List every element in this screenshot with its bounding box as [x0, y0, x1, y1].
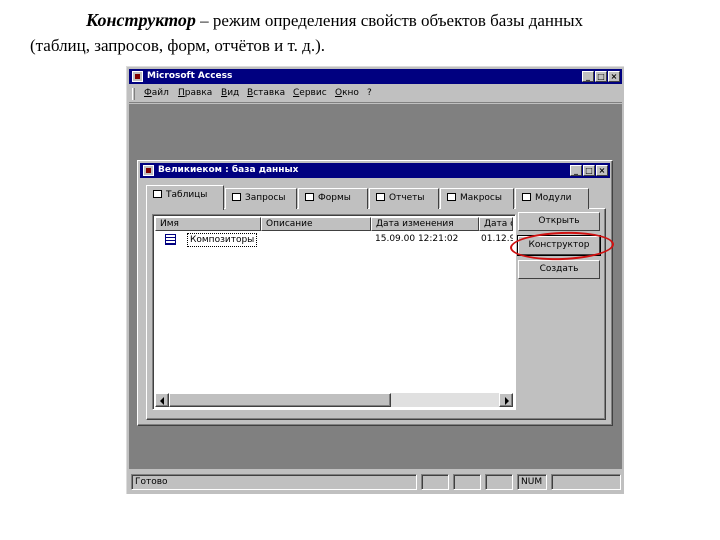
column-header-description[interactable]: Описание [261, 217, 371, 231]
column-header-name[interactable]: Имя [155, 217, 261, 231]
row-modified: 15.09.00 12:21:02 [375, 234, 459, 244]
scroll-left-arrow-icon[interactable] [155, 393, 169, 407]
caption-term: Конструктор [86, 10, 196, 30]
report-icon [376, 193, 385, 201]
tab-tables[interactable]: Таблицы [146, 185, 224, 210]
app-titlebar: Microsoft Access _ □ × [129, 69, 622, 84]
row-name[interactable]: Композиторы [187, 233, 258, 247]
db-title: Великиеком : база данных [158, 165, 299, 175]
row-created: 01.12.9 [481, 234, 513, 244]
menu-file[interactable]: Файл [144, 88, 169, 98]
scroll-right-arrow-icon[interactable] [499, 393, 513, 407]
column-header-created[interactable]: Дата со [479, 217, 513, 231]
menu-window[interactable]: Окно [335, 88, 359, 98]
menu-tools[interactable]: Сервис [293, 88, 327, 98]
menu-bar: Файл Правка Вид Вставка Сервис Окно ? [129, 85, 622, 103]
scrollbar-thumb[interactable] [169, 393, 391, 407]
tab-reports[interactable]: Отчеты [369, 188, 439, 209]
tab-queries[interactable]: Запросы [225, 188, 297, 209]
db-minimize-button[interactable]: _ [570, 165, 582, 176]
slide-caption: Конструктор – режим определения свойств … [30, 8, 710, 58]
status-num-indicator: NUM [517, 474, 547, 490]
close-button[interactable]: × [608, 71, 620, 82]
menu-help[interactable]: ? [367, 88, 372, 98]
maximize-button[interactable]: □ [595, 71, 607, 82]
open-button[interactable]: Открыть [518, 212, 600, 231]
menu-insert[interactable]: Вставка [247, 88, 285, 98]
app-title: Microsoft Access [147, 71, 233, 81]
tab-label: Отчеты [389, 193, 425, 203]
query-icon [232, 193, 241, 201]
tab-label: Запросы [245, 193, 286, 203]
macro-icon [447, 193, 456, 201]
caption-line-2: (таблиц, запросов, форм, отчётов и т. д.… [30, 36, 325, 55]
status-text: Готово [131, 474, 417, 490]
access-app-icon [132, 71, 143, 82]
create-button[interactable]: Создать [518, 260, 600, 279]
tab-modules[interactable]: Модули [515, 188, 589, 209]
minimize-button[interactable]: _ [582, 71, 594, 82]
column-header-modified[interactable]: Дата изменения [371, 217, 479, 231]
tab-label: Формы [318, 193, 351, 203]
database-icon [143, 165, 154, 176]
form-icon [305, 193, 314, 201]
tab-macros[interactable]: Макросы [440, 188, 514, 209]
tab-label: Макросы [460, 193, 502, 203]
menu-edit[interactable]: Правка [178, 88, 212, 98]
status-pane [421, 474, 449, 490]
db-maximize-button[interactable]: □ [583, 165, 595, 176]
caption-line-1: Конструктор – режим определения свойств … [30, 8, 710, 33]
horizontal-scrollbar[interactable] [155, 393, 513, 407]
status-pane [453, 474, 481, 490]
table-icon [165, 234, 176, 245]
menu-grip-handle[interactable] [132, 88, 135, 100]
menu-view[interactable]: Вид [221, 88, 239, 98]
table-row[interactable]: Композиторы 15.09.00 12:21:02 01.12.9 [155, 233, 513, 247]
db-titlebar: Великиеком : база данных _ □ × [140, 163, 610, 178]
tab-label: Таблицы [166, 190, 208, 200]
status-bar: Готово NUM [129, 472, 622, 492]
module-icon [522, 193, 531, 201]
status-pane [485, 474, 513, 490]
tab-forms[interactable]: Формы [298, 188, 368, 209]
tab-label: Модули [535, 193, 572, 203]
status-pane [551, 474, 621, 490]
caption-definition: – режим определения свойств объектов баз… [195, 11, 584, 30]
db-close-button[interactable]: × [596, 165, 608, 176]
table-icon [153, 190, 162, 198]
object-list[interactable]: Имя Описание Дата изменения Дата со Комп… [152, 214, 516, 410]
